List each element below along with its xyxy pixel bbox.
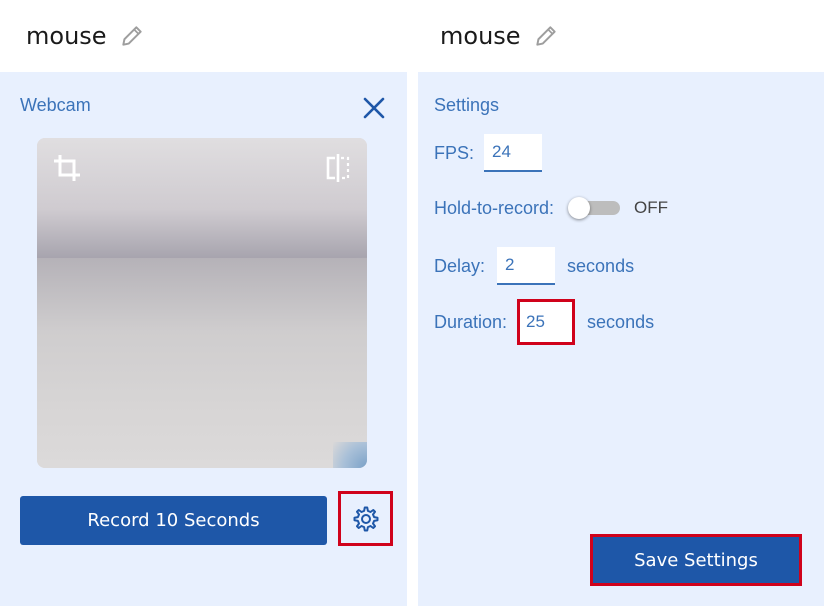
webcam-feed-lower [37,258,367,468]
delay-label: Delay: [434,255,486,276]
right-project-title: mouse [440,22,521,50]
webcam-panel: Webcam Record 10 Seconds [0,72,407,606]
duration-unit: seconds [587,311,655,332]
crop-icon[interactable] [51,152,83,184]
fps-input[interactable] [484,134,543,172]
gear-icon [353,506,378,532]
left-project-title: mouse [26,22,107,50]
delay-input[interactable] [497,247,556,285]
hold-to-record-row: Hold-to-record: OFF [434,197,668,219]
left-title-bar: mouse [26,22,145,50]
settings-button[interactable] [338,491,393,546]
webcam-feed-upper [37,138,367,268]
settings-panel: Settings FPS: Hold-to-record: OFF Delay:… [418,72,824,606]
fps-row: FPS: [434,134,543,172]
duration-input[interactable] [520,302,573,342]
save-settings-button[interactable]: Save Settings [590,534,802,586]
hold-to-record-toggle[interactable] [568,197,621,219]
fps-label: FPS: [434,142,475,163]
duration-highlight [517,299,576,345]
record-button[interactable]: Record 10 Seconds [20,496,327,545]
webcam-heading: Webcam [20,95,91,115]
mirror-icon[interactable] [323,152,353,184]
pencil-icon[interactable] [533,23,559,49]
delay-row: Delay: seconds [434,247,634,285]
delay-unit: seconds [567,255,635,276]
pencil-icon[interactable] [119,23,145,49]
toggle-thumb [568,197,591,219]
webcam-feed-corner [333,442,367,468]
webcam-preview [37,138,367,468]
settings-heading: Settings [434,95,500,115]
duration-label: Duration: [434,311,508,332]
hold-to-record-label: Hold-to-record: [434,197,555,218]
right-title-bar: mouse [440,22,559,50]
hold-to-record-state: OFF [634,198,669,217]
duration-row: Duration: seconds [434,299,654,345]
close-icon[interactable] [360,94,388,122]
